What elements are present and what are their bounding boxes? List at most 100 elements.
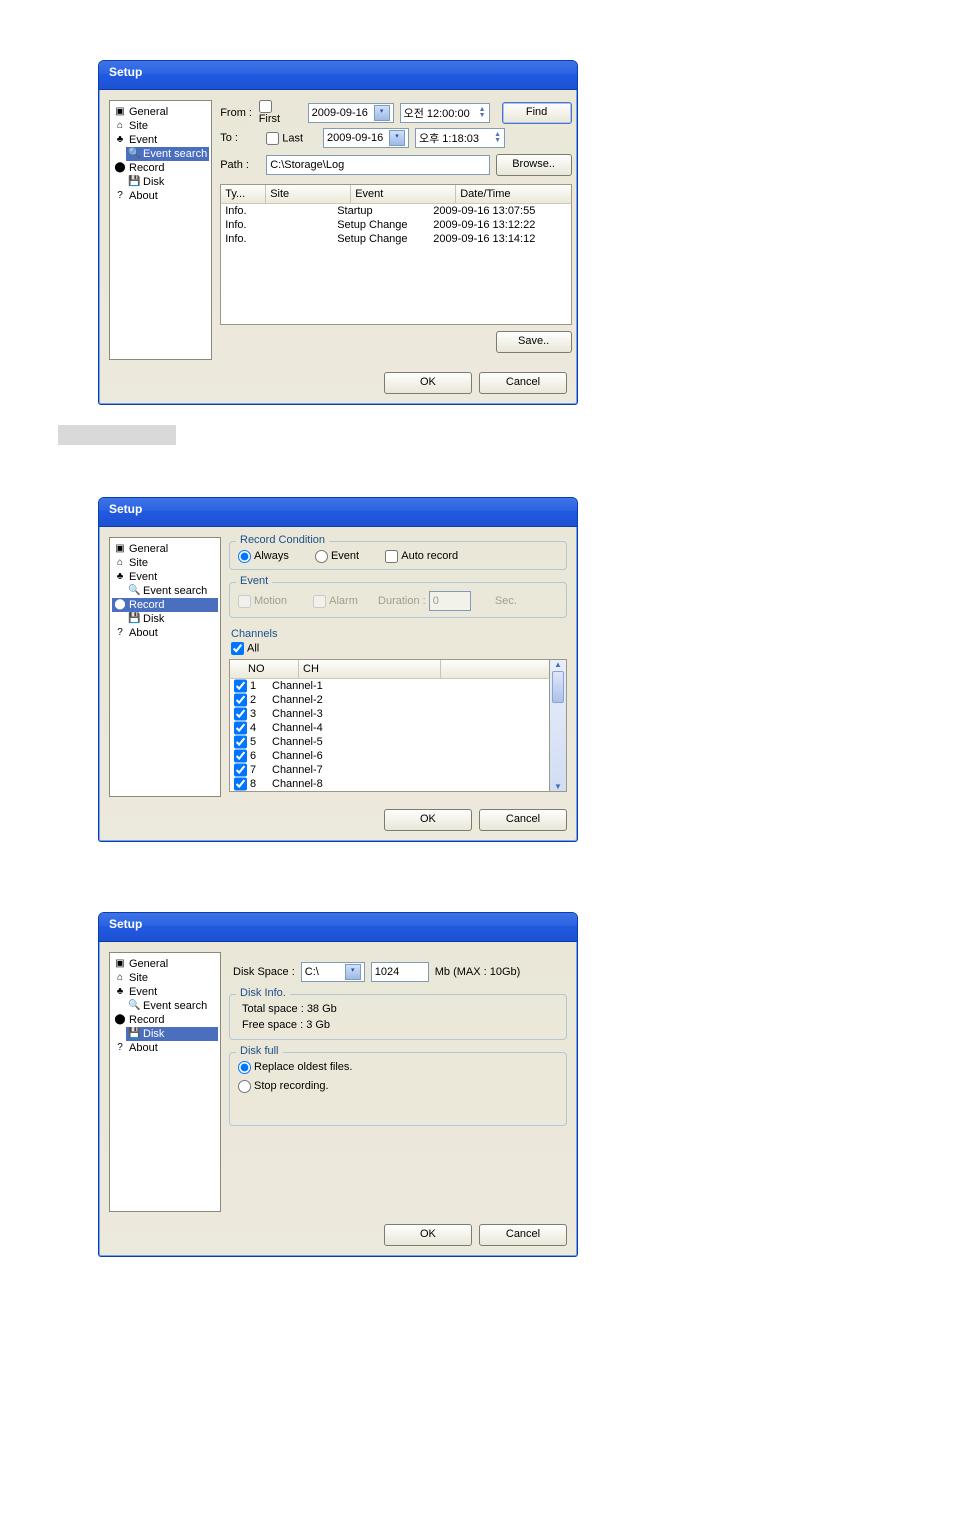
first-label: First [259,113,280,125]
tree-general[interactable]: ▣General [112,542,218,556]
sec-label: Sec. [495,595,517,607]
cancel-button[interactable]: Cancel [479,809,567,831]
tree-event-search[interactable]: 🔍Event search [126,147,209,161]
tree-label: General [129,957,168,971]
disk-info-label: Disk Info. [236,987,290,999]
tree-disk[interactable]: 💾Disk [126,175,209,189]
title-bar[interactable]: Setup [99,61,577,90]
event-list[interactable]: Info.Startup2009-09-16 13:07:55 Info.Set… [220,204,571,325]
list-item: 1Channel-1 [230,679,549,693]
tree-label: Disk [143,175,164,189]
to-date-select[interactable]: 2009-09-16▾ [323,128,409,148]
from-time-spinner[interactable]: 오전 12:00:00▲▼ [400,103,490,123]
row-check[interactable] [234,721,247,735]
disk-icon: 💾 [128,613,140,625]
from-date-select[interactable]: 2009-09-16▾ [308,103,394,123]
col-datetime[interactable]: Date/Time [456,185,570,203]
to-label: To : [220,132,260,144]
search-icon: 🔍 [128,148,140,160]
event-radio[interactable]: Event [315,550,359,562]
tree-disk[interactable]: 💾Disk [126,612,218,626]
tree-event-search[interactable]: 🔍Event search [126,584,218,598]
alarm-checkbox: Alarm [313,595,358,607]
tree-label: Disk [143,612,164,626]
tree-record[interactable]: ⬤Record [112,598,218,612]
table-row: Info.Setup Change2009-09-16 13:12:22 [221,218,570,232]
nav-tree: ▣General ⌂Site ♣Event 🔍Event search ⬤Rec… [109,952,221,1212]
col-event[interactable]: Event [351,185,456,203]
find-button[interactable]: Find [502,102,572,124]
nav-tree: ▣General ⌂Site ♣Event 🔍Event search ⬤Rec… [109,537,221,797]
path-label: Path : [220,159,260,171]
tree-event[interactable]: ♣Event [112,985,218,999]
channel-list[interactable]: 1Channel-1 2Channel-2 3Channel-3 4Channe… [229,679,550,792]
auto-record-checkbox[interactable]: Auto record [385,550,458,562]
row-check[interactable] [234,735,247,749]
tree-general[interactable]: ▣General [112,105,209,119]
replace-label: Replace oldest files. [254,1061,352,1073]
tree-site[interactable]: ⌂Site [112,971,218,985]
all-checkbox[interactable]: All [231,642,567,655]
ok-button[interactable]: OK [384,809,472,831]
col-type[interactable]: Ty... [221,185,266,203]
col-ch[interactable]: CH [299,660,441,678]
path-input[interactable] [266,155,489,175]
tree-event[interactable]: ♣Event [112,570,218,584]
drive-select[interactable]: C:\▾ [301,962,365,982]
last-label: Last [282,132,303,144]
list-item: 2Channel-2 [230,693,549,707]
col-no[interactable]: NO [230,660,299,678]
row-check[interactable] [234,679,247,693]
title-bar[interactable]: Setup [99,498,577,527]
first-checkbox[interactable]: First [259,100,289,125]
disk-icon: 💾 [128,176,140,188]
tree-event[interactable]: ♣Event [112,133,209,147]
tree-general[interactable]: ▣General [112,957,218,971]
ok-button[interactable]: OK [384,1224,472,1246]
ok-button[interactable]: OK [384,372,472,394]
row-check[interactable] [234,763,247,777]
tree-label: Record [129,161,164,175]
channels-label: Channels [231,628,567,640]
replace-radio[interactable]: Replace oldest files. [238,1061,352,1073]
duration-input [429,591,471,611]
scroll-thumb[interactable] [552,671,564,703]
tree-event-search[interactable]: 🔍Event search [126,999,218,1013]
tree-about[interactable]: ?About [112,189,209,203]
tree-about[interactable]: ?About [112,626,218,640]
chevron-down-icon: ▾ [345,964,361,980]
tree-about[interactable]: ?About [112,1041,218,1055]
list-item: 8Channel-8 [230,777,549,791]
save-button[interactable]: Save.. [496,331,572,353]
event-label: Event [331,550,359,562]
cancel-button[interactable]: Cancel [479,1224,567,1246]
to-time-spinner[interactable]: 오후 1:18:03▲▼ [415,128,505,148]
chevron-down-icon: ▾ [374,105,390,121]
tree-disk[interactable]: 💾Disk [126,1027,218,1041]
row-check[interactable] [234,777,247,791]
cancel-button[interactable]: Cancel [479,372,567,394]
tree-site[interactable]: ⌂Site [112,119,209,133]
last-checkbox[interactable]: Last [266,132,303,145]
row-check[interactable] [234,707,247,721]
size-input[interactable] [371,962,429,982]
event-group: Event Motion Alarm Duration : Sec. [229,582,567,618]
tree-label: Disk [143,1027,164,1041]
always-radio[interactable]: Always [238,550,289,562]
tree-record[interactable]: ⬤Record [112,1013,218,1027]
tree-site[interactable]: ⌂Site [112,556,218,570]
from-time-value: 오전 12:00:00 [404,105,470,121]
browse-button[interactable]: Browse.. [496,154,572,176]
title-bar[interactable]: Setup [99,913,577,942]
tree-record[interactable]: ⬤Record [112,161,209,175]
stop-radio[interactable]: Stop recording. [238,1080,329,1092]
row-check[interactable] [234,749,247,763]
card-icon: ▣ [114,958,126,970]
tree-label: About [129,189,158,203]
tree-label: General [129,542,168,556]
scrollbar[interactable]: ▲ ▼ [550,659,567,792]
grey-bar [58,425,176,445]
row-check[interactable] [234,693,247,707]
scroll-up-icon: ▲ [554,660,562,669]
col-site[interactable]: Site [266,185,351,203]
